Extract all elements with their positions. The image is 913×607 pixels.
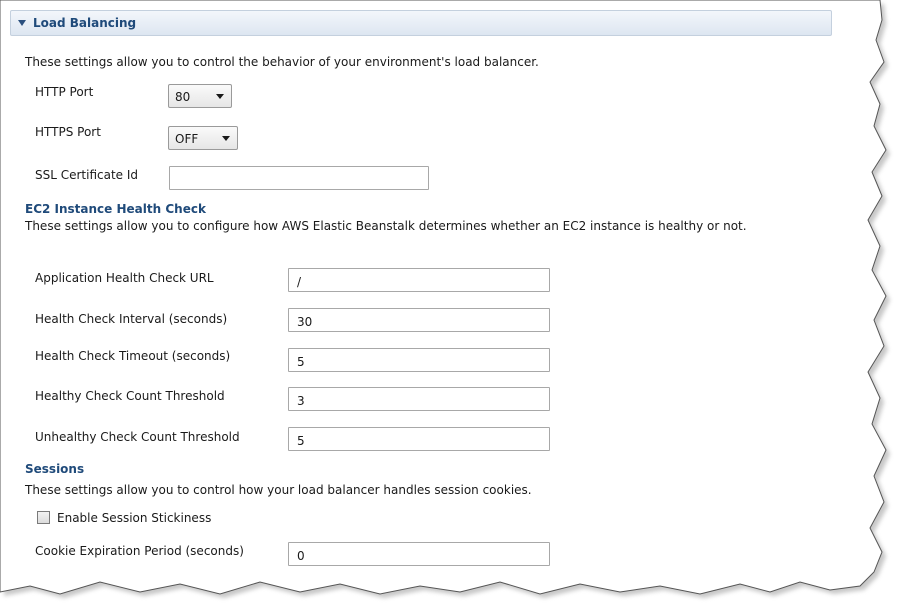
- sessions-description: These settings allow you to control how …: [25, 483, 532, 497]
- cookie-expiration-input[interactable]: [288, 542, 550, 566]
- http-port-label: HTTP Port: [35, 85, 94, 99]
- load-balancing-title: Load Balancing: [33, 16, 137, 30]
- https-port-value: OFF: [175, 132, 199, 146]
- health-check-title: EC2 Instance Health Check: [25, 202, 206, 216]
- cookie-expiration-label: Cookie Expiration Period (seconds): [35, 544, 244, 558]
- health-check-timeout-label: Health Check Timeout (seconds): [35, 349, 231, 363]
- health-check-timeout-input[interactable]: [288, 348, 550, 372]
- https-port-select[interactable]: OFF: [168, 126, 238, 150]
- healthy-threshold-input[interactable]: [288, 387, 550, 411]
- health-check-interval-label: Health Check Interval (seconds): [35, 312, 228, 326]
- sessions-title: Sessions: [25, 462, 85, 476]
- health-check-url-label: Application Health Check URL: [35, 271, 214, 285]
- health-check-description: These settings allow you to configure ho…: [25, 219, 747, 233]
- health-check-interval-input[interactable]: [288, 308, 550, 332]
- http-port-value: 80: [175, 90, 191, 104]
- https-port-label: HTTPS Port: [35, 125, 101, 139]
- health-check-url-input[interactable]: [288, 268, 550, 292]
- load-balancing-header[interactable]: Load Balancing: [10, 10, 832, 36]
- chevron-down-icon: [216, 94, 224, 99]
- http-port-select[interactable]: 80: [168, 84, 232, 108]
- chevron-down-icon: [222, 136, 230, 141]
- ssl-certificate-label: SSL Certificate Id: [35, 168, 139, 182]
- triangle-down-icon[interactable]: [18, 20, 26, 26]
- healthy-threshold-label: Healthy Check Count Threshold: [35, 389, 225, 403]
- session-stickiness-checkbox[interactable]: [37, 511, 50, 524]
- ssl-certificate-input[interactable]: [169, 166, 429, 190]
- load-balancing-panel: Load Balancing These settings allow you …: [0, 0, 913, 607]
- unhealthy-threshold-input[interactable]: [288, 427, 550, 451]
- load-balancing-description: These settings allow you to control the …: [25, 55, 539, 69]
- unhealthy-threshold-label: Unhealthy Check Count Threshold: [35, 430, 240, 444]
- session-stickiness-label: Enable Session Stickiness: [57, 511, 212, 525]
